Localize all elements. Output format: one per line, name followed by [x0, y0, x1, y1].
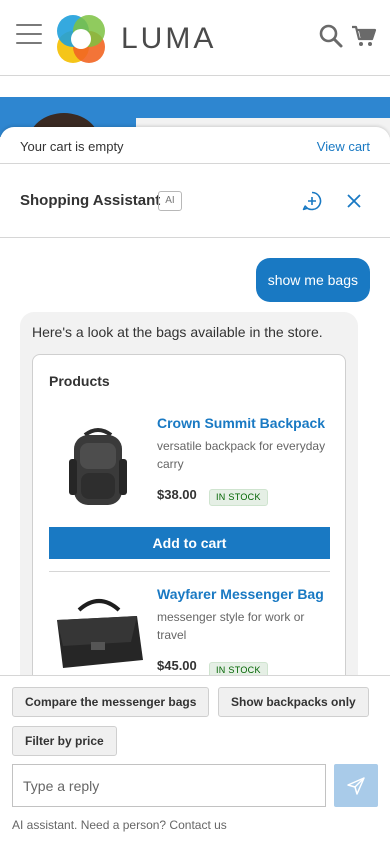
stock-badge: IN STOCK	[209, 489, 268, 506]
site-header: LUMA	[0, 0, 390, 76]
product-name-link[interactable]: Wayfarer Messenger Bag	[157, 586, 324, 602]
add-to-cart-button[interactable]: Add to cart	[49, 527, 330, 559]
assistant-header: Shopping Assistant AI	[0, 164, 390, 238]
product-item: Wayfarer Messenger Bag messenger style f…	[49, 580, 330, 675]
assistant-sheet: Your cart is empty View cart Shopping As…	[0, 127, 390, 844]
product-price: $38.00	[157, 487, 197, 502]
product-divider	[49, 571, 330, 572]
logo-text: LUMA	[121, 22, 217, 55]
user-message: show me bags	[255, 258, 370, 302]
reply-composer: Compare the messenger bags Show backpack…	[0, 675, 390, 844]
close-icon[interactable]	[345, 192, 363, 210]
luma-logo-mark-icon	[57, 15, 105, 63]
backpack-image[interactable]	[49, 421, 147, 511]
suggestion-show-backpacks[interactable]: Show backpacks only	[218, 687, 369, 717]
view-cart-link[interactable]: View cart	[317, 139, 370, 154]
assistant-message-text: Here's a look at the bags available in t…	[32, 324, 323, 340]
stock-badge: IN STOCK	[209, 662, 268, 675]
product-item: Crown Summit Backpack versatile backpack…	[49, 409, 330, 509]
assistant-message: Here's a look at the bags available in t…	[20, 312, 358, 675]
send-button[interactable]	[334, 764, 378, 807]
luma-logo[interactable]: LUMA	[55, 13, 216, 65]
messenger-bag-image[interactable]	[49, 590, 147, 675]
products-title: Products	[49, 373, 110, 389]
suggestion-filter-by-price[interactable]: Filter by price	[12, 726, 117, 756]
suggestion-compare-messenger-bags[interactable]: Compare the messenger bags	[12, 687, 210, 717]
cart-status-bar: Your cart is empty View cart	[0, 127, 390, 164]
chat-messages[interactable]: show me bags Here's a look at the bags a…	[0, 238, 390, 675]
hamburger-icon[interactable]	[16, 24, 42, 46]
product-price: $45.00	[157, 658, 197, 673]
send-icon	[347, 776, 365, 795]
plus-circle-icon[interactable]	[302, 191, 322, 211]
products-card: Products Crown Summit Backpack versatile…	[32, 354, 346, 675]
search-icon[interactable]	[318, 23, 344, 49]
product-name-link[interactable]: Crown Summit Backpack	[157, 415, 325, 431]
product-description: versatile backpack for everyday carry	[157, 439, 326, 471]
ai-badge: AI	[158, 191, 182, 211]
cart-status-text: Your cart is empty	[20, 139, 124, 154]
assistant-title: Shopping Assistant	[20, 192, 161, 209]
cart-icon[interactable]	[351, 23, 377, 49]
product-description: messenger style for work or travel	[157, 610, 305, 642]
reply-input[interactable]	[12, 764, 326, 807]
assistant-footer-note: AI assistant. Need a person? Contact us	[12, 818, 227, 832]
